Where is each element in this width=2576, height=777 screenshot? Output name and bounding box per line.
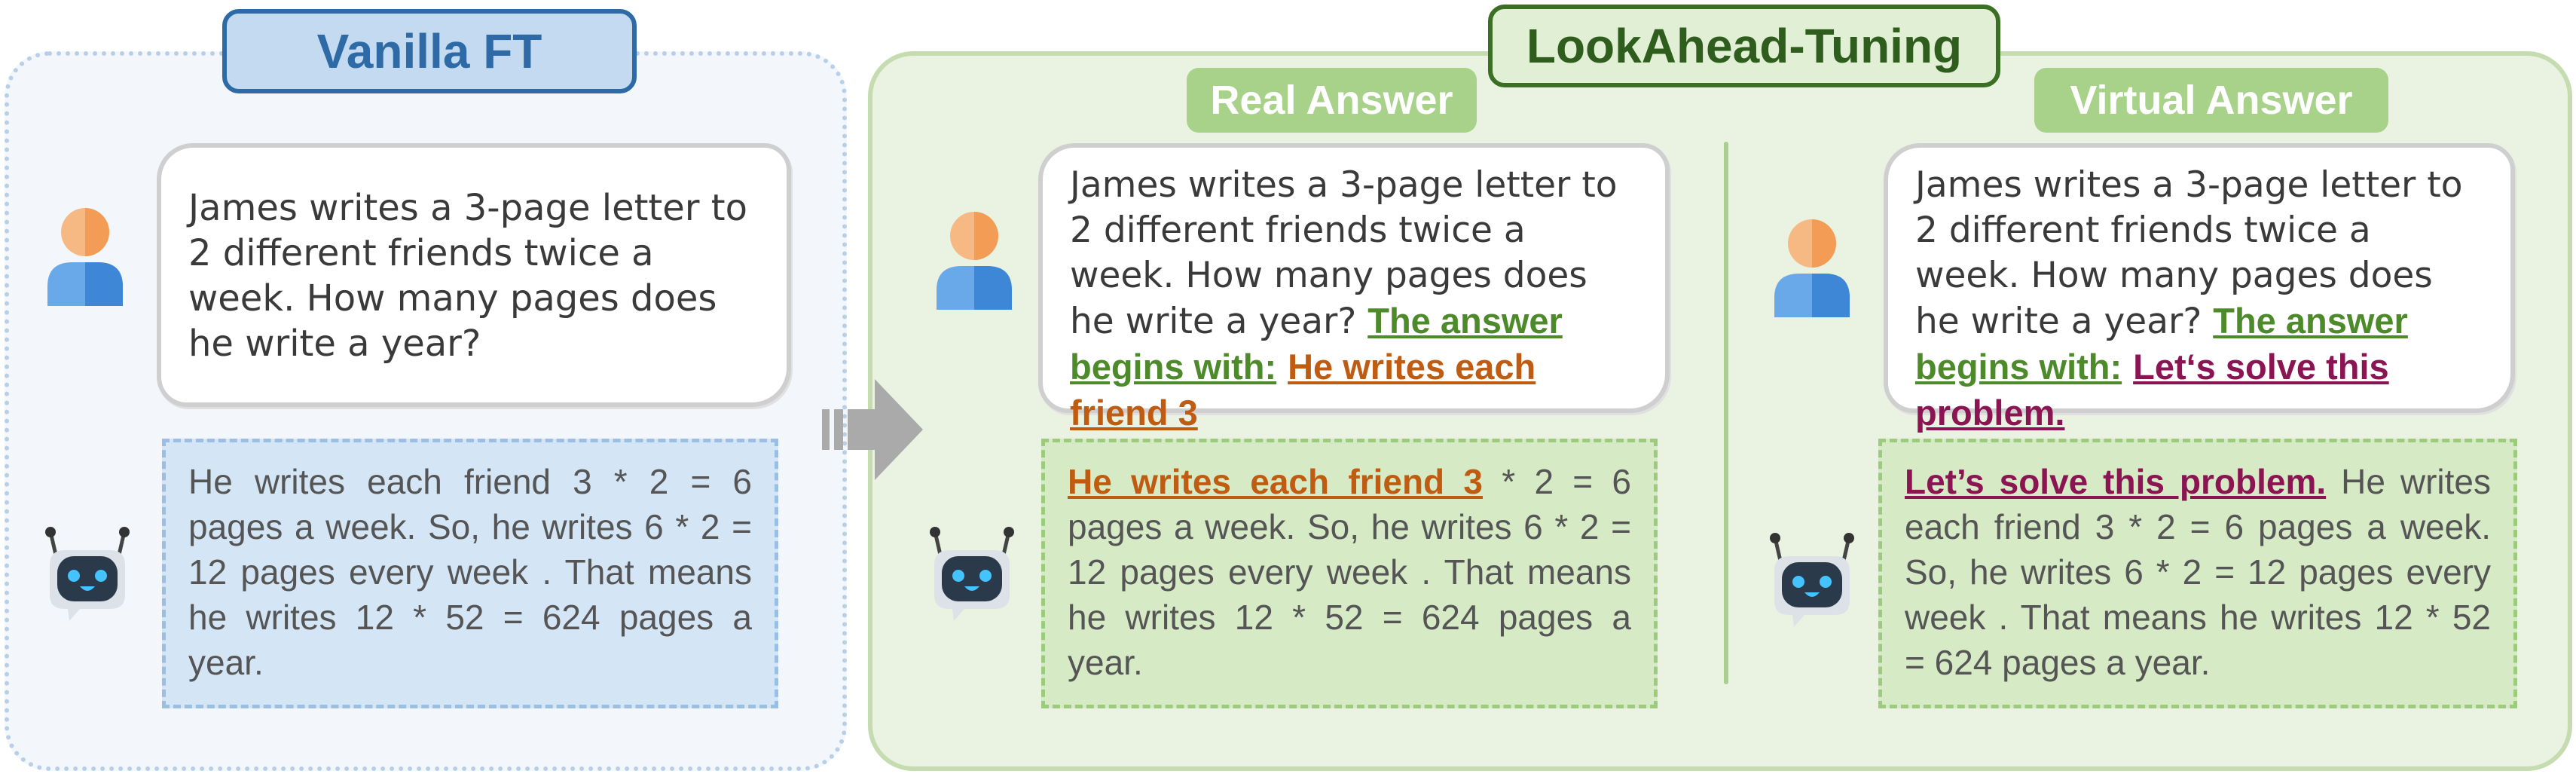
column-divider — [1724, 142, 1728, 684]
vanilla-answer-text: He writes each friend 3 * 2 = 6 pages a … — [188, 462, 752, 682]
robot-icon — [45, 527, 130, 621]
lookahead-tuning-title: LookAhead-Tuning — [1488, 5, 2000, 87]
virtual-answer-label: Virtual Answer — [2034, 68, 2388, 133]
right-arrow-icon — [822, 379, 923, 480]
vanilla-question-text: James writes a 3-page letter to 2 differ… — [188, 187, 747, 365]
virtual-question-bubble: James writes a 3-page letter to 2 differ… — [1884, 143, 2515, 433]
virtual-answer-box-prefix: Let’s solve this problem. — [1905, 462, 2327, 501]
user-icon — [1774, 219, 1850, 317]
real-answer-label: Real Answer — [1187, 68, 1477, 133]
user-icon — [47, 208, 123, 306]
user-icon — [937, 212, 1012, 310]
real-answer-box: He writes each friend 3 * 2 = 6 pages a … — [1041, 439, 1658, 708]
vanilla-answer-box: He writes each friend 3 * 2 = 6 pages a … — [162, 439, 778, 708]
vanilla-ft-title: Vanilla FT — [222, 9, 637, 93]
robot-icon — [930, 527, 1014, 621]
vanilla-question-bubble: James writes a 3-page letter to 2 differ… — [157, 143, 791, 407]
robot-icon — [1770, 533, 1854, 627]
real-question-bubble: James writes a 3-page letter to 2 differ… — [1038, 143, 1670, 433]
real-answer-box-prefix: He writes each friend 3 — [1068, 462, 1484, 501]
virtual-answer-box: Let’s solve this problem. He writes each… — [1878, 439, 2517, 708]
